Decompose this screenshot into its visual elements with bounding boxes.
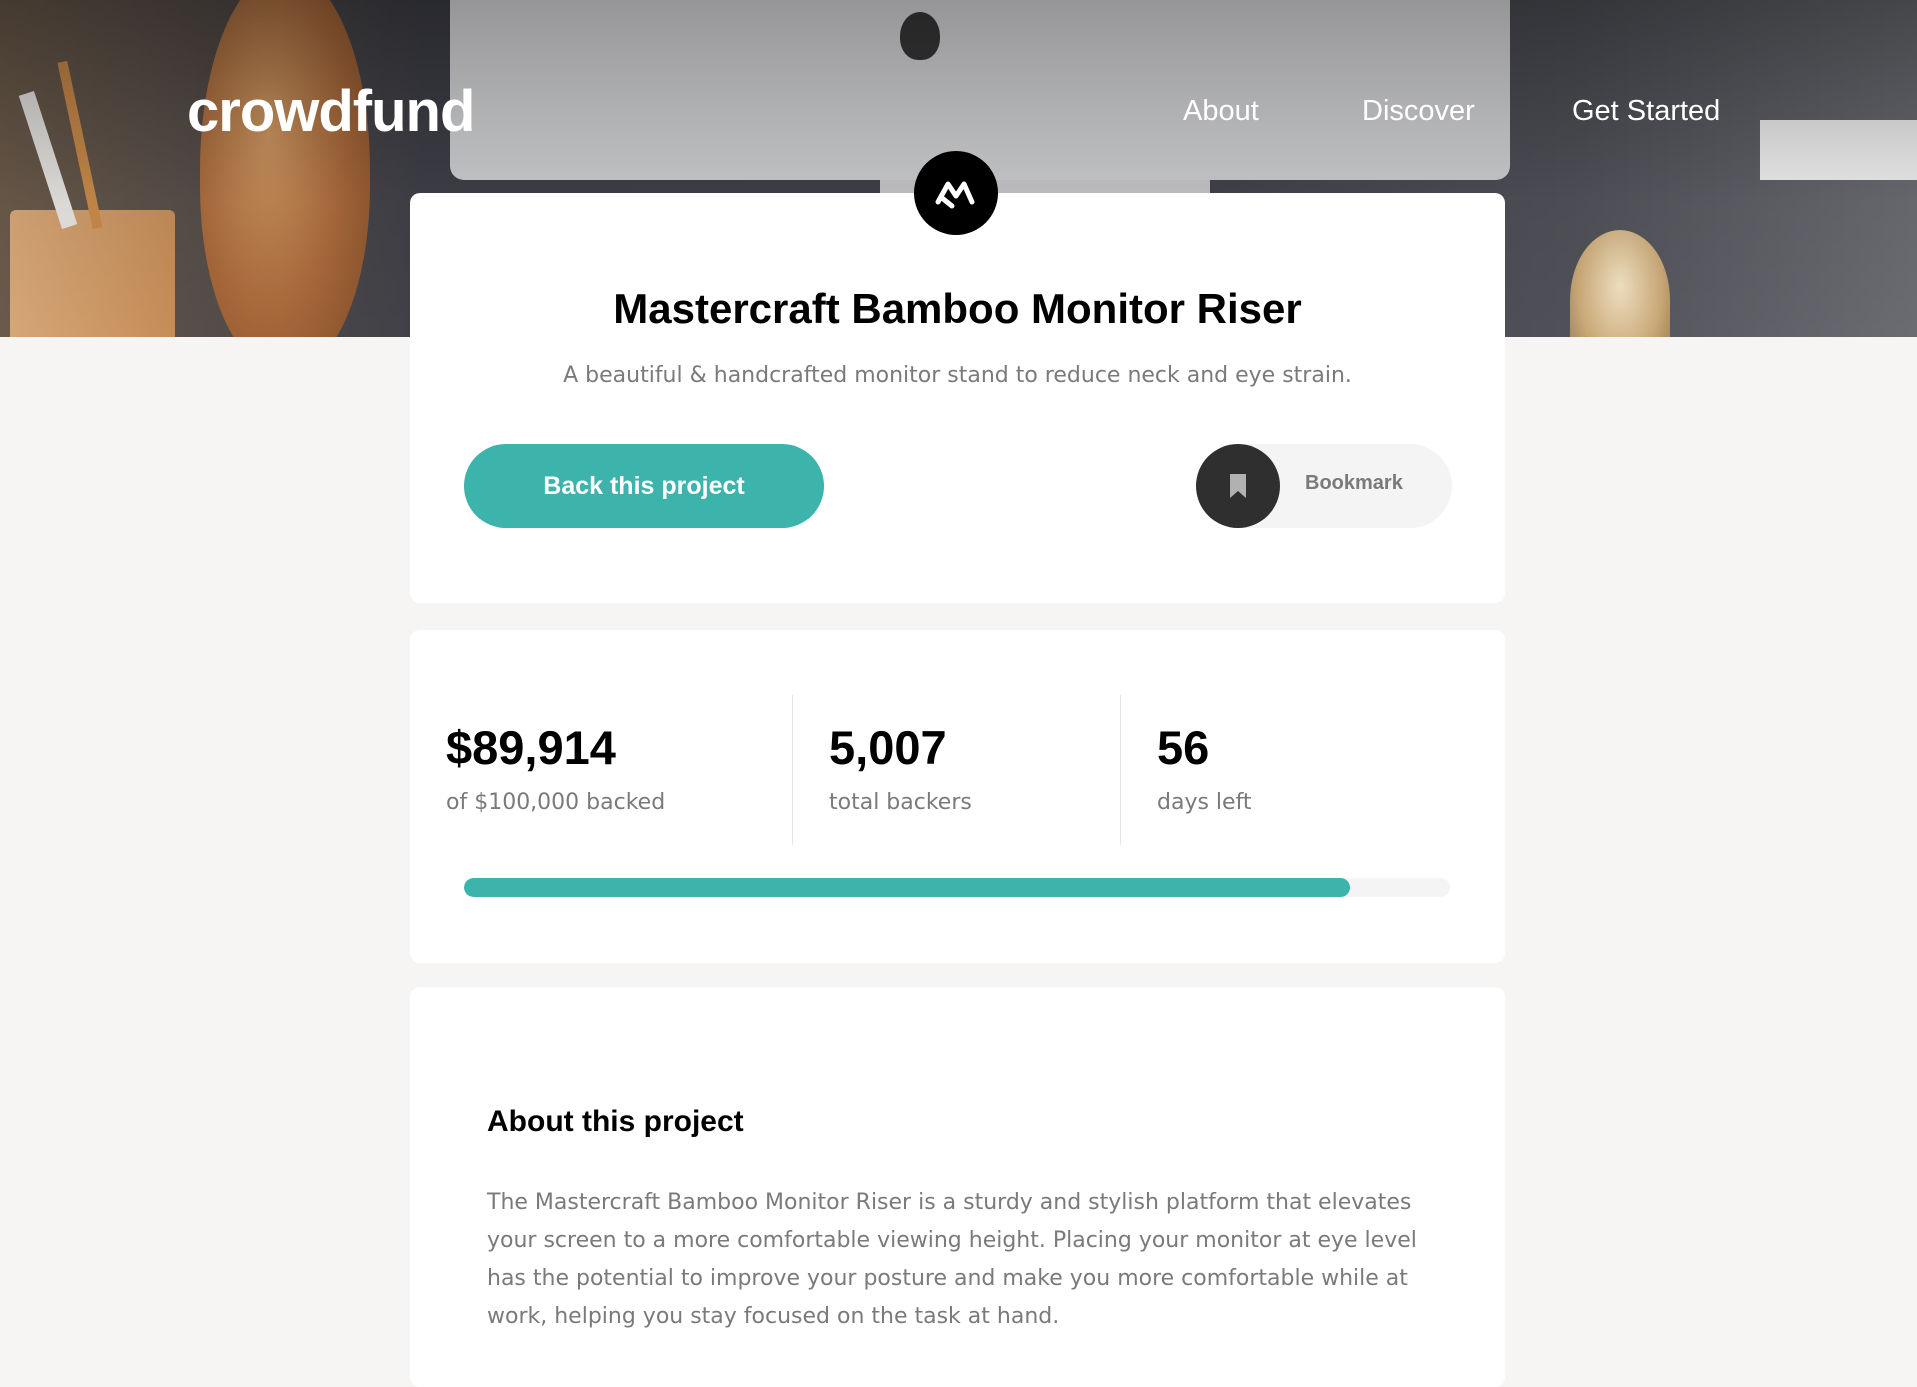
funding-progress-fill <box>464 878 1351 897</box>
stat-backers-label: total backers <box>829 790 972 815</box>
project-subtitle: A beautiful & handcrafted monitor stand … <box>563 363 1352 388</box>
nav-get-started-link[interactable]: Get Started <box>1572 95 1720 128</box>
stat-backed-label: of $100,000 backed <box>446 790 666 815</box>
mastercraft-logo-icon <box>914 151 998 235</box>
stat-backed-value: $89,914 <box>446 721 616 774</box>
nav-discover-link[interactable]: Discover <box>1362 95 1475 128</box>
stat-days-left: 56 days left <box>1120 695 1449 845</box>
bookmark-label: Bookmark <box>1305 472 1403 494</box>
about-body: The Mastercraft Bamboo Monitor Riser is … <box>487 1190 1417 1329</box>
project-header-card: Mastercraft Bamboo Monitor Riser A beaut… <box>410 193 1505 603</box>
about-title: About this project <box>487 1105 744 1138</box>
back-this-project-button[interactable]: Back this project <box>464 444 824 528</box>
stat-backers: 5,007 total backers <box>792 695 1121 845</box>
stats-card: $89,914 of $100,000 backed 5,007 total b… <box>410 630 1505 963</box>
nav-about-link[interactable]: About <box>1183 95 1259 128</box>
bookmark-button[interactable]: Bookmark <box>1196 444 1452 528</box>
stat-days-value: 56 <box>1157 721 1210 774</box>
stat-backed: $89,914 of $100,000 backed <box>410 695 793 845</box>
stat-backers-value: 5,007 <box>829 721 947 774</box>
site-logo[interactable]: crowdfund <box>187 78 475 145</box>
mastercraft-mark <box>935 181 975 209</box>
bookmark-icon <box>1230 474 1246 498</box>
funding-progress-bar <box>464 878 1450 897</box>
project-title: Mastercraft Bamboo Monitor Riser <box>613 285 1302 332</box>
stat-days-label: days left <box>1157 790 1252 815</box>
about-card: About this project The Mastercraft Bambo… <box>410 987 1505 1387</box>
bookmark-icon-circle <box>1196 444 1280 528</box>
